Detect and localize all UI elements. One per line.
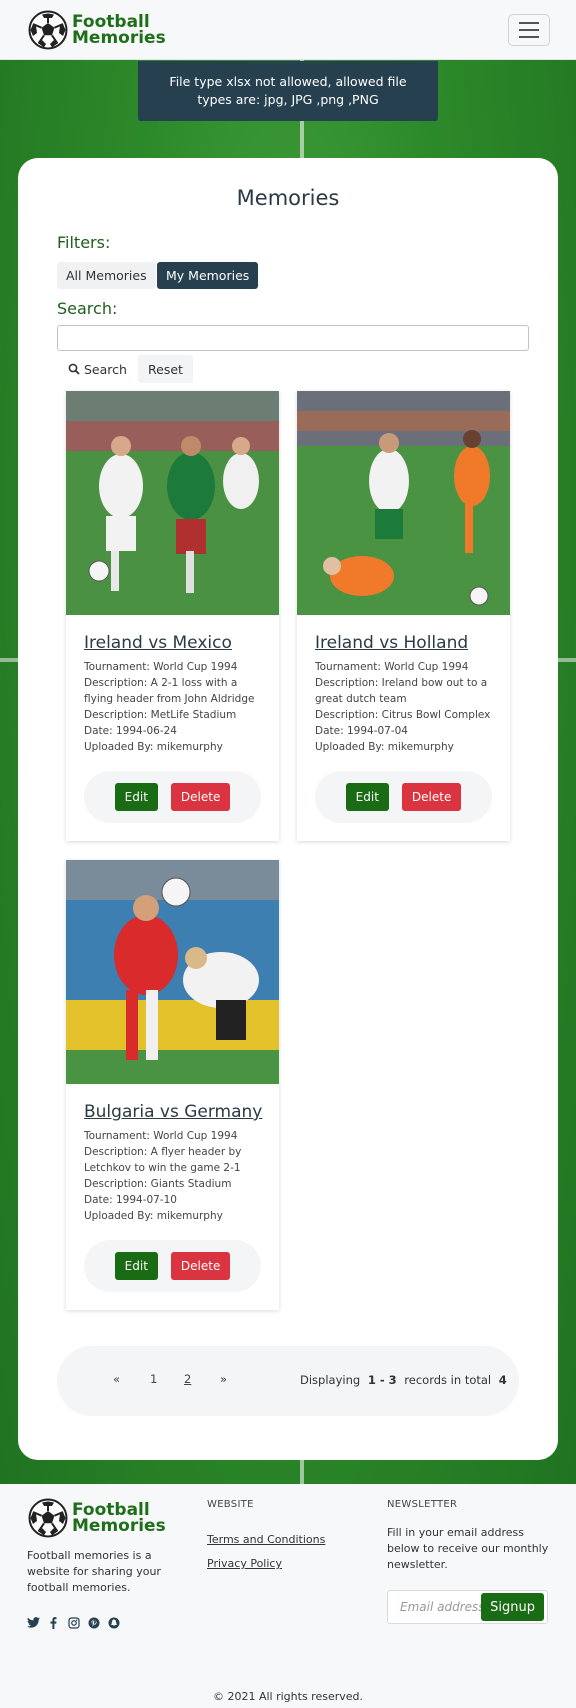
memory-actions: Edit Delete bbox=[84, 771, 261, 823]
footer-brand-name: Football Memories bbox=[72, 1502, 166, 1536]
memory-uploader: Uploaded By: mikemurphy bbox=[84, 741, 223, 753]
football-logo-icon bbox=[28, 10, 68, 49]
memory-actions: Edit Delete bbox=[315, 771, 492, 823]
displaying-label: Displaying bbox=[300, 1373, 361, 1387]
page-title: Memories bbox=[236, 186, 340, 210]
pagination-page-1[interactable]: 1 bbox=[150, 1372, 157, 1386]
memory-date: Date: 1994-07-10 bbox=[84, 1194, 177, 1206]
privacy-link[interactable]: Privacy Policy bbox=[207, 1557, 282, 1570]
navbar: Football Memories bbox=[0, 0, 576, 60]
newsletter-heading: NEWSLETTER bbox=[387, 1499, 458, 1510]
memory-card: Ireland vs Holland Tournament: World Cup… bbox=[297, 391, 510, 841]
memory-description: Description: Ireland bow out to a great … bbox=[315, 677, 488, 705]
hamburger-line bbox=[519, 28, 539, 31]
memory-description: Description: A flyer header by Letchkov … bbox=[84, 1146, 242, 1174]
website-heading: WEBSITE bbox=[207, 1499, 254, 1510]
memory-tournament: Tournament: World Cup 1994 bbox=[84, 1130, 238, 1142]
memory-title-link[interactable]: Bulgaria vs Germany bbox=[84, 1102, 262, 1122]
memory-photo bbox=[66, 860, 279, 1084]
brand-name: Football Memories bbox=[72, 13, 166, 48]
memory-venue: Description: MetLife Stadium bbox=[84, 709, 237, 721]
snapchat-icon[interactable] bbox=[107, 1616, 120, 1629]
facebook-icon[interactable] bbox=[47, 1616, 60, 1629]
filter-all-memories-button[interactable]: All Memories bbox=[57, 262, 156, 289]
memories-panel: Memories Filters: All Memories My Memori… bbox=[18, 158, 558, 1460]
memory-details: Tournament: World Cup 1994 Description: … bbox=[84, 659, 269, 755]
memory-photo bbox=[297, 391, 510, 615]
records-summary: Displaying 1 - 3 records in total 4 bbox=[300, 1373, 507, 1387]
memory-venue: Description: Citrus Bowl Complex bbox=[315, 709, 491, 721]
records-range: 1 - 3 bbox=[367, 1373, 397, 1387]
delete-button[interactable]: Delete bbox=[401, 783, 462, 811]
alert-message: File type xlsx not allowed, allowed file… bbox=[169, 74, 407, 107]
hamburger-line bbox=[519, 35, 539, 38]
memory-actions: Edit Delete bbox=[84, 1240, 261, 1292]
search-input[interactable] bbox=[57, 325, 529, 351]
filter-my-memories-button[interactable]: My Memories bbox=[157, 262, 259, 289]
pagination-prev[interactable]: « bbox=[113, 1372, 120, 1386]
edit-button[interactable]: Edit bbox=[345, 783, 389, 811]
social-links bbox=[27, 1616, 120, 1629]
instagram-icon[interactable] bbox=[67, 1616, 80, 1629]
footer: Football Memories Football memories is a… bbox=[0, 1484, 576, 1708]
delete-button[interactable]: Delete bbox=[170, 783, 231, 811]
search-icon bbox=[68, 363, 80, 375]
brand-logo[interactable]: Football Memories bbox=[28, 10, 166, 50]
records-total: 4 bbox=[498, 1373, 507, 1387]
search-button-label: Search bbox=[84, 361, 127, 377]
menu-toggle-button[interactable] bbox=[508, 13, 550, 46]
memory-uploader: Uploaded By: mikemurphy bbox=[315, 741, 454, 753]
records-total-label: records in total bbox=[404, 1373, 492, 1387]
memory-description: Description: A 2-1 loss with a flying he… bbox=[84, 677, 255, 705]
newsletter-form: Email address Signup bbox=[387, 1590, 548, 1624]
brand-line-2: Memories bbox=[72, 27, 166, 48]
footer-brand-line-2: Memories bbox=[72, 1516, 166, 1536]
memory-tournament: Tournament: World Cup 1994 bbox=[84, 661, 238, 673]
memory-uploader: Uploaded By: mikemurphy bbox=[84, 1210, 223, 1222]
hamburger-icon bbox=[519, 21, 539, 24]
twitter-icon[interactable] bbox=[27, 1616, 40, 1629]
memory-date: Date: 1994-06-24 bbox=[84, 725, 177, 737]
pinterest-icon[interactable] bbox=[87, 1616, 100, 1629]
search-button[interactable]: Search bbox=[62, 355, 133, 383]
copyright: © 2021 All rights reserved. bbox=[212, 1690, 364, 1703]
memory-venue: Description: Giants Stadium bbox=[84, 1178, 232, 1190]
signup-button[interactable]: Signup bbox=[481, 1593, 544, 1621]
memory-details: Tournament: World Cup 1994 Description: … bbox=[315, 659, 500, 755]
pagination-page-2[interactable]: 2 bbox=[184, 1372, 191, 1386]
pagination: « 1 2 » Displaying 1 - 3 records in tota… bbox=[57, 1346, 519, 1416]
memory-title-link[interactable]: Ireland vs Mexico bbox=[84, 633, 232, 653]
terms-link[interactable]: Terms and Conditions bbox=[207, 1533, 325, 1546]
edit-button[interactable]: Edit bbox=[114, 783, 158, 811]
newsletter-text: Fill in your email address below to rece… bbox=[387, 1526, 549, 1571]
edit-button[interactable]: Edit bbox=[114, 1252, 158, 1280]
memory-photo bbox=[66, 391, 279, 615]
filters-label: Filters: bbox=[57, 233, 111, 252]
football-logo-icon bbox=[28, 1498, 68, 1538]
footer-brand-logo[interactable]: Football Memories bbox=[28, 1498, 166, 1538]
reset-button[interactable]: Reset bbox=[138, 355, 193, 383]
email-field[interactable]: Email address bbox=[388, 1591, 481, 1623]
search-label: Search: bbox=[57, 299, 118, 318]
error-alert: File type xlsx not allowed, allowed file… bbox=[138, 61, 438, 121]
memory-card: Ireland vs Mexico Tournament: World Cup … bbox=[66, 391, 279, 841]
memory-card: Bulgaria vs Germany Tournament: World Cu… bbox=[66, 860, 279, 1310]
pagination-next[interactable]: » bbox=[220, 1372, 227, 1386]
memory-tournament: Tournament: World Cup 1994 bbox=[315, 661, 469, 673]
memory-details: Tournament: World Cup 1994 Description: … bbox=[84, 1128, 269, 1224]
memory-date: Date: 1994-07-04 bbox=[315, 725, 408, 737]
footer-description: Football memories is a website for shari… bbox=[27, 1549, 161, 1594]
memory-title-link[interactable]: Ireland vs Holland bbox=[315, 633, 468, 653]
delete-button[interactable]: Delete bbox=[170, 1252, 231, 1280]
